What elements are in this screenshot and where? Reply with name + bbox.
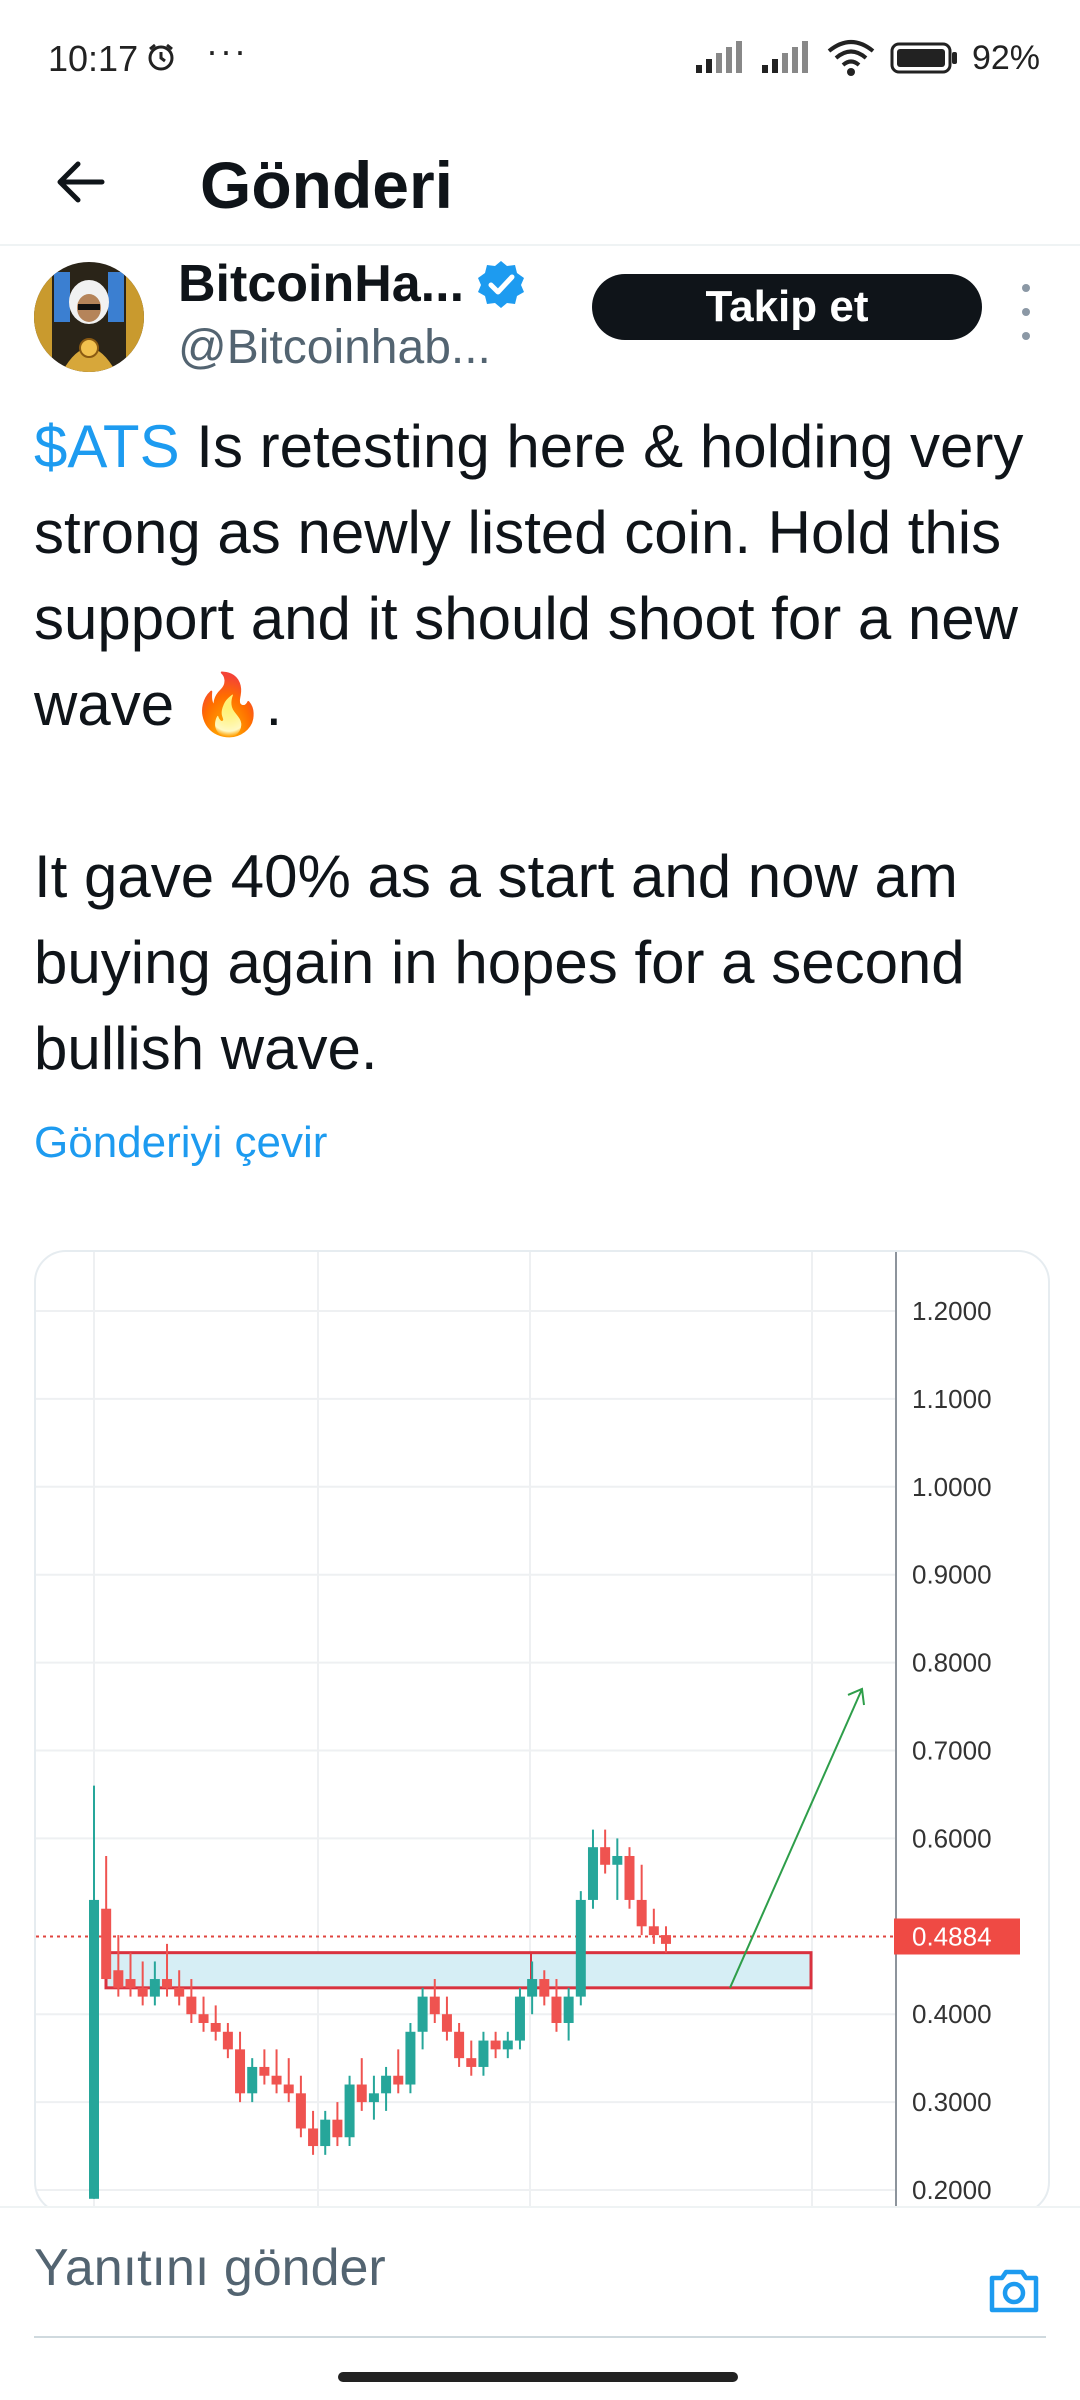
- wifi-icon: [827, 40, 875, 76]
- battery-icon: [890, 42, 957, 74]
- translate-link[interactable]: Gönderiyi çevir: [34, 1118, 327, 1168]
- tweet-text: $ATS Is retesting here & holding very st…: [34, 404, 1044, 1092]
- candle-body: [575, 1899, 586, 1997]
- tweet-paragraph-1: $ATS Is retesting here & holding very st…: [34, 404, 1044, 748]
- candle-body: [235, 2049, 246, 2094]
- candle-body: [113, 1970, 124, 1988]
- candle-body: [125, 1979, 136, 1988]
- alarm-icon: [148, 43, 174, 71]
- candle-body: [502, 2040, 513, 2050]
- y-tick-label: 0.3000: [912, 2087, 992, 2117]
- home-indicator[interactable]: [338, 2372, 738, 2382]
- tweet-paragraph-1-text: Is retesting here & holding very strong …: [34, 413, 1024, 738]
- candle-body: [308, 2128, 319, 2147]
- candle-body: [466, 2058, 477, 2067]
- reply-input[interactable]: Yanıtını gönder: [34, 2238, 386, 2298]
- verified-badge-icon: [478, 261, 525, 308]
- page-title: Gönderi: [200, 148, 454, 222]
- arrow-left-icon: [57, 161, 105, 203]
- candle-body: [624, 1855, 635, 1900]
- reply-underline: [34, 2336, 1046, 2338]
- candle-body: [539, 1979, 550, 1997]
- candle-body: [368, 2093, 379, 2103]
- chart-image[interactable]: 1.2000 1.1000 1.0000 0.9000 0.8000 0.7000 0.60…: [34, 1250, 1050, 2214]
- avatar[interactable]: [34, 262, 144, 372]
- candle-body: [89, 1899, 99, 2199]
- y-tick-label: 1.2000: [912, 1296, 992, 1326]
- y-tick-label: 0.8000: [912, 1648, 992, 1678]
- candle-body: [612, 1855, 623, 1865]
- y-tick-label: 0.7000: [912, 1736, 992, 1766]
- last-price-label: 0.4884: [912, 1921, 992, 1951]
- candle-body: [661, 1935, 671, 1944]
- candle-body: [478, 2040, 489, 2067]
- status-bar: 10:17 ··· 92%: [0, 0, 1080, 120]
- y-tick-label: 1.0000: [912, 1472, 992, 1502]
- candle-body: [527, 1979, 538, 1997]
- candle-body: [137, 1987, 148, 1997]
- author-name-row[interactable]: BitcoinHa...: [178, 252, 526, 316]
- cashtag-link[interactable]: $ATS: [34, 413, 180, 480]
- candle-body: [356, 2084, 367, 2103]
- author-handle[interactable]: @Bitcoinhab...: [178, 320, 491, 375]
- candle-body: [514, 1996, 525, 2041]
- y-tick-label: 0.4000: [912, 1999, 992, 2029]
- candle-body: [551, 1996, 562, 2023]
- price-chart: 1.2000 1.1000 1.0000 0.9000 0.8000 0.7000 0.60…: [36, 1252, 1020, 2212]
- tweet-paragraph-2: It gave 40% as a start and now am buying…: [34, 843, 965, 1082]
- battery-percent: 92%: [971, 38, 1040, 77]
- candle-body: [247, 2066, 258, 2094]
- candle-body: [149, 1979, 160, 1997]
- y-tick-label: 0.2000: [912, 2175, 992, 2205]
- candle-body: [162, 1979, 173, 1988]
- y-tick-label: 1.1000: [912, 1384, 992, 1414]
- y-tick-label: 0.9000: [912, 1560, 992, 1590]
- candle-body: [600, 1847, 611, 1865]
- author-name[interactable]: BitcoinHa...: [178, 254, 464, 314]
- signal-icon: [695, 41, 742, 73]
- status-more-dots: ···: [206, 30, 248, 71]
- candle-body: [636, 1899, 647, 1927]
- candle-body: [259, 2066, 270, 2076]
- candle-body: [429, 1996, 440, 2015]
- candle-body: [381, 2075, 392, 2094]
- candle-body: [441, 2014, 452, 2032]
- candle-body: [490, 2040, 501, 2050]
- candle-body: [283, 2084, 294, 2094]
- signal-icon: [761, 41, 808, 73]
- candle-body: [210, 2022, 221, 2032]
- candle-body: [186, 1996, 197, 2015]
- support-zone: [104, 1951, 813, 1990]
- candle-body: [563, 1996, 574, 2023]
- candle-body: [344, 2084, 355, 2138]
- candle-body: [417, 1996, 428, 2032]
- follow-button[interactable]: Takip et: [592, 274, 982, 340]
- back-button[interactable]: [40, 142, 120, 222]
- candle-body: [295, 2093, 306, 2129]
- status-time: 10:17: [48, 38, 139, 79]
- candle-body: [101, 1908, 112, 1980]
- candle-body: [271, 2075, 282, 2085]
- header: Gönderi: [0, 120, 1080, 246]
- candle-body: [454, 2031, 465, 2059]
- candle-body: [648, 1926, 659, 1936]
- candle-body: [198, 2014, 209, 2023]
- candle-body: [320, 2119, 331, 2147]
- camera-icon[interactable]: [986, 2262, 1042, 2318]
- candle-body: [174, 1987, 185, 1997]
- candle-body: [587, 1847, 598, 1900]
- reply-bar: Yanıtını gönder: [0, 2206, 1080, 2338]
- candle-body: [222, 2031, 233, 2050]
- y-tick-label: 0.6000: [912, 1823, 992, 1853]
- candle-body: [393, 2075, 404, 2085]
- avatar-image: [34, 262, 144, 372]
- candle-body: [332, 2119, 343, 2138]
- candle-body: [405, 2031, 416, 2085]
- more-vertical-icon[interactable]: [1006, 284, 1046, 340]
